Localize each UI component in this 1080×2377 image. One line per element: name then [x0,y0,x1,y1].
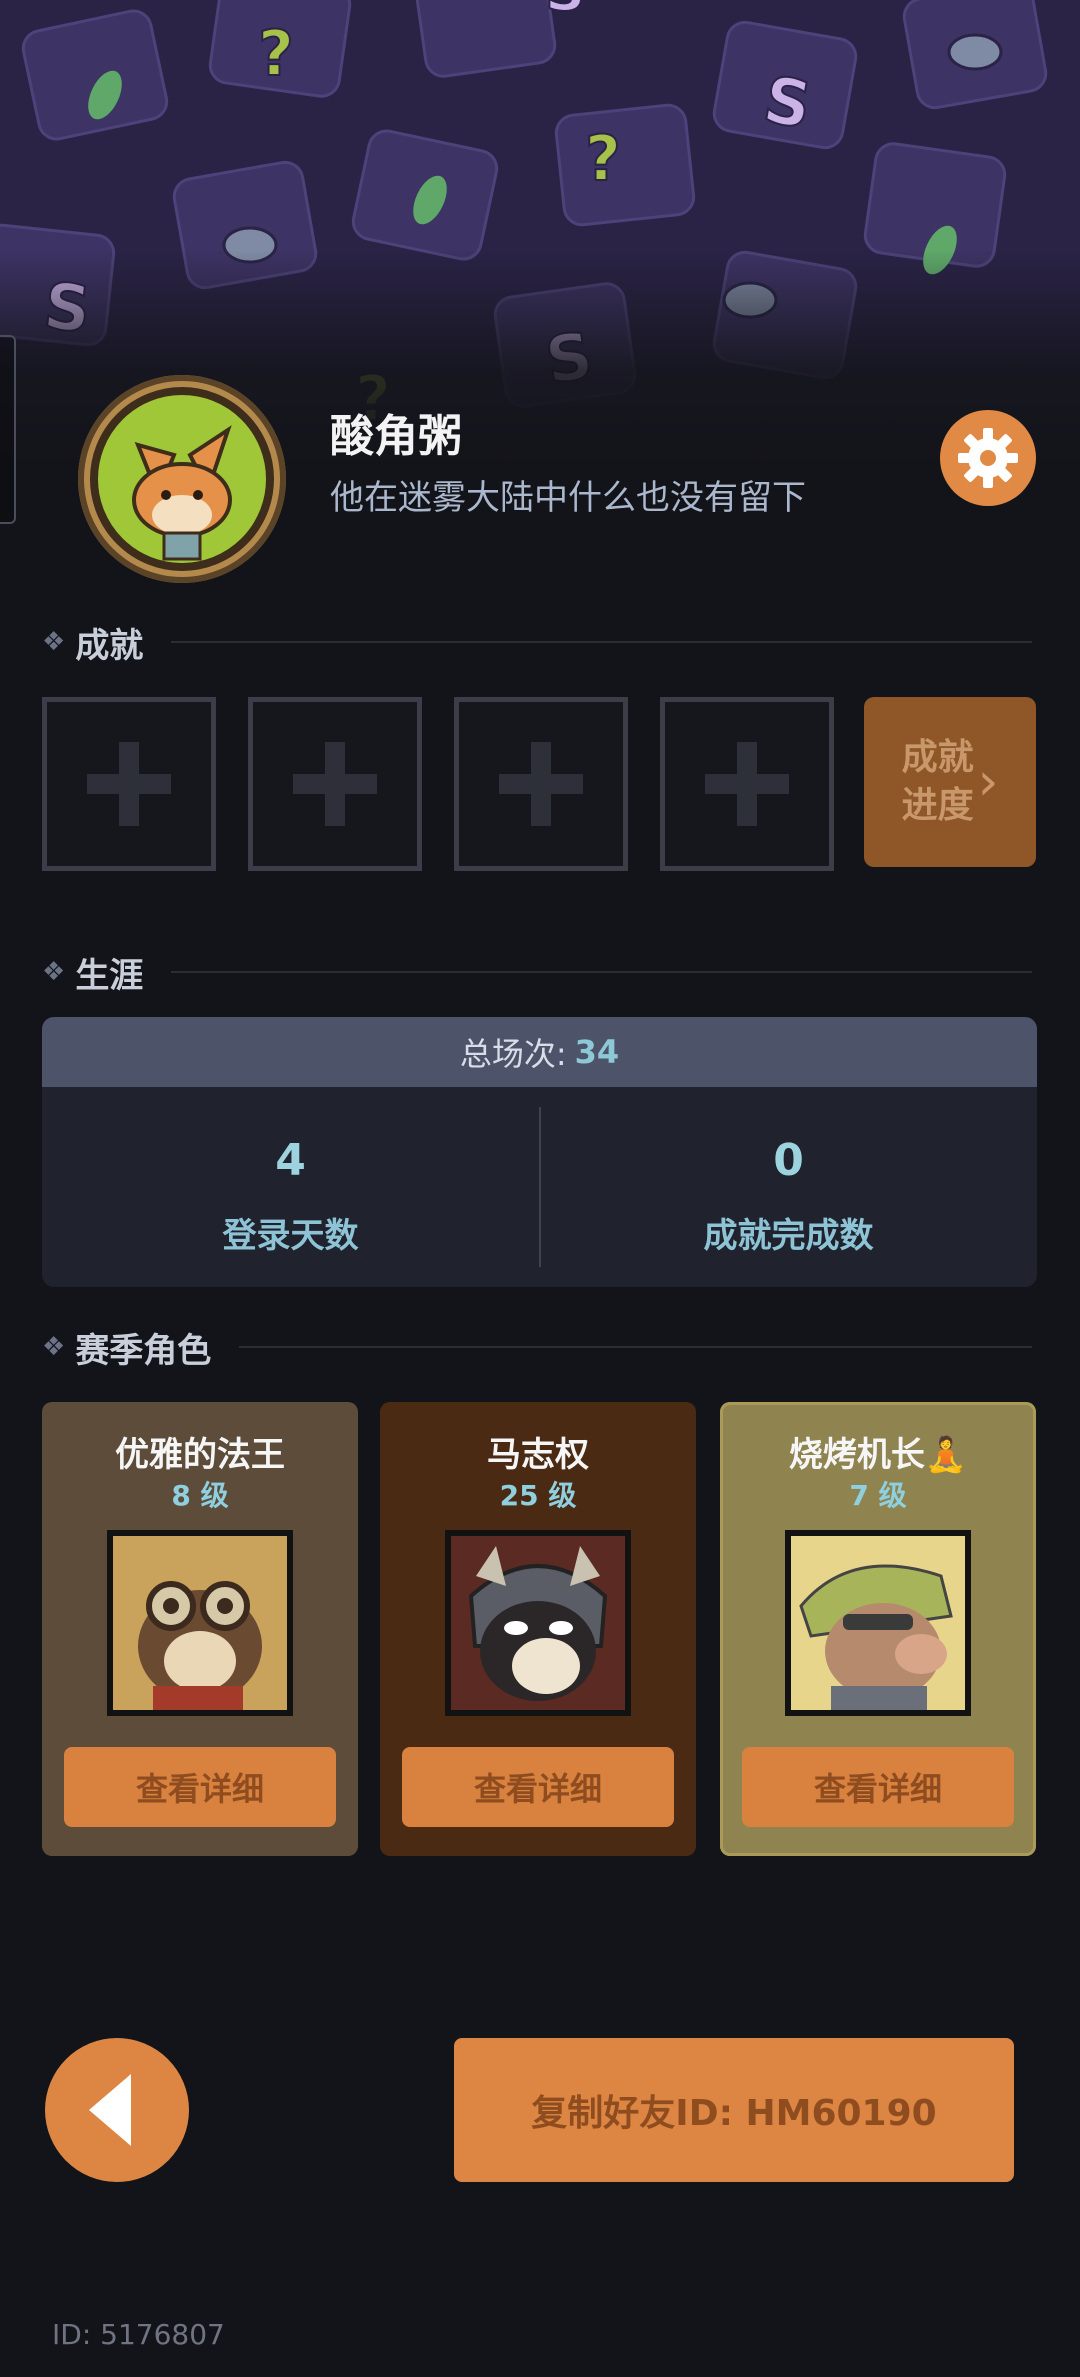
progress-label-line1: 成就 [901,737,974,778]
player-avatar[interactable] [78,375,286,583]
section-label: 生涯 [75,955,144,996]
plus-icon-stroke [737,742,757,826]
player-name: 酸角粥 [330,411,462,462]
achievement-progress-button[interactable]: 成就 进度 › [864,697,1036,867]
user-id-label: ID: 5176807 [52,2318,225,2351]
view-details-button[interactable]: 查看详细 [742,1747,1014,1827]
section-divider [239,1346,1032,1348]
character-name: 马志权 [487,1435,589,1475]
section-divider [171,971,1032,973]
stat-label: 成就完成数 [703,1216,874,1256]
plus-icon-stroke [531,742,551,826]
plus-icon-stroke [325,742,345,826]
achievement-slot-3[interactable] [454,697,628,871]
character-name: 烧烤机长🧘 [788,1435,968,1475]
stat-value: 4 [275,1135,306,1186]
settings-button[interactable] [940,410,1036,506]
character-portrait [785,1530,971,1716]
boar-captain-portrait-icon [791,1536,965,1710]
svg-text:?: ? [585,122,621,195]
achievement-slot-4[interactable] [660,697,834,871]
stat-achievements-completed: 0 成就完成数 [540,1087,1037,1287]
back-button[interactable] [45,2038,189,2182]
fox-avatar-icon [90,387,274,571]
section-header-career: ❖ 生涯 [42,952,1032,996]
view-details-button[interactable]: 查看详细 [402,1747,674,1827]
diamond-bullet-icon: ❖ [42,627,66,657]
total-matches-header: 总场次: 34 [42,1017,1037,1087]
raccoon-goggles-portrait-icon [113,1536,287,1710]
edge-drawer-handle[interactable] [0,335,16,524]
stat-login-days: 4 登录天数 [42,1087,539,1287]
character-level: 8 级 [171,1479,229,1512]
character-portrait [445,1530,631,1716]
character-card-1: 优雅的法王 8 级 查看详细 [42,1402,358,1856]
section-header-achievements: ❖ 成就 [42,622,1032,666]
character-level: 7 级 [849,1479,907,1512]
achievement-slot-1[interactable] [42,697,216,871]
career-stats-panel: 总场次: 34 4 登录天数 0 成就完成数 [42,1017,1037,1287]
svg-text:S: S [545,0,585,24]
plus-icon-stroke [119,742,139,826]
section-header-season-characters: ❖ 赛季角色 [42,1327,1032,1371]
progress-label-line2: 进度 [901,785,974,826]
view-details-button[interactable]: 查看详细 [64,1747,336,1827]
diamond-bullet-icon: ❖ [42,1332,66,1362]
settings-gear-icon [958,428,1018,488]
copy-friend-id-button[interactable]: 复制好友ID: HM60190 [454,2038,1014,2182]
stat-label: 登录天数 [222,1216,359,1256]
character-portrait [107,1530,293,1716]
achievement-slot-2[interactable] [248,697,422,871]
character-card-2: 马志权 25 级 查看详细 [380,1402,696,1856]
player-motto: 他在迷雾大陆中什么也没有留下 [330,478,806,518]
armored-panda-portrait-icon [451,1536,625,1710]
character-card-3: 烧烤机长🧘 7 级 查看详细 [720,1402,1036,1856]
total-matches-label: 总场次: [459,1035,567,1073]
chevron-right-icon: › [977,752,999,812]
character-name: 优雅的法王 [115,1435,285,1475]
character-level: 25 级 [499,1479,577,1512]
section-label: 赛季角色 [75,1330,212,1371]
total-matches-value: 34 [574,1033,620,1071]
back-arrow-icon [89,2074,131,2146]
diamond-bullet-icon: ❖ [42,957,66,987]
section-label: 成就 [75,625,144,666]
section-divider [171,641,1032,643]
svg-text:?: ? [258,17,294,90]
stat-value: 0 [773,1135,804,1186]
progress-label: 成就 进度 [902,734,974,830]
